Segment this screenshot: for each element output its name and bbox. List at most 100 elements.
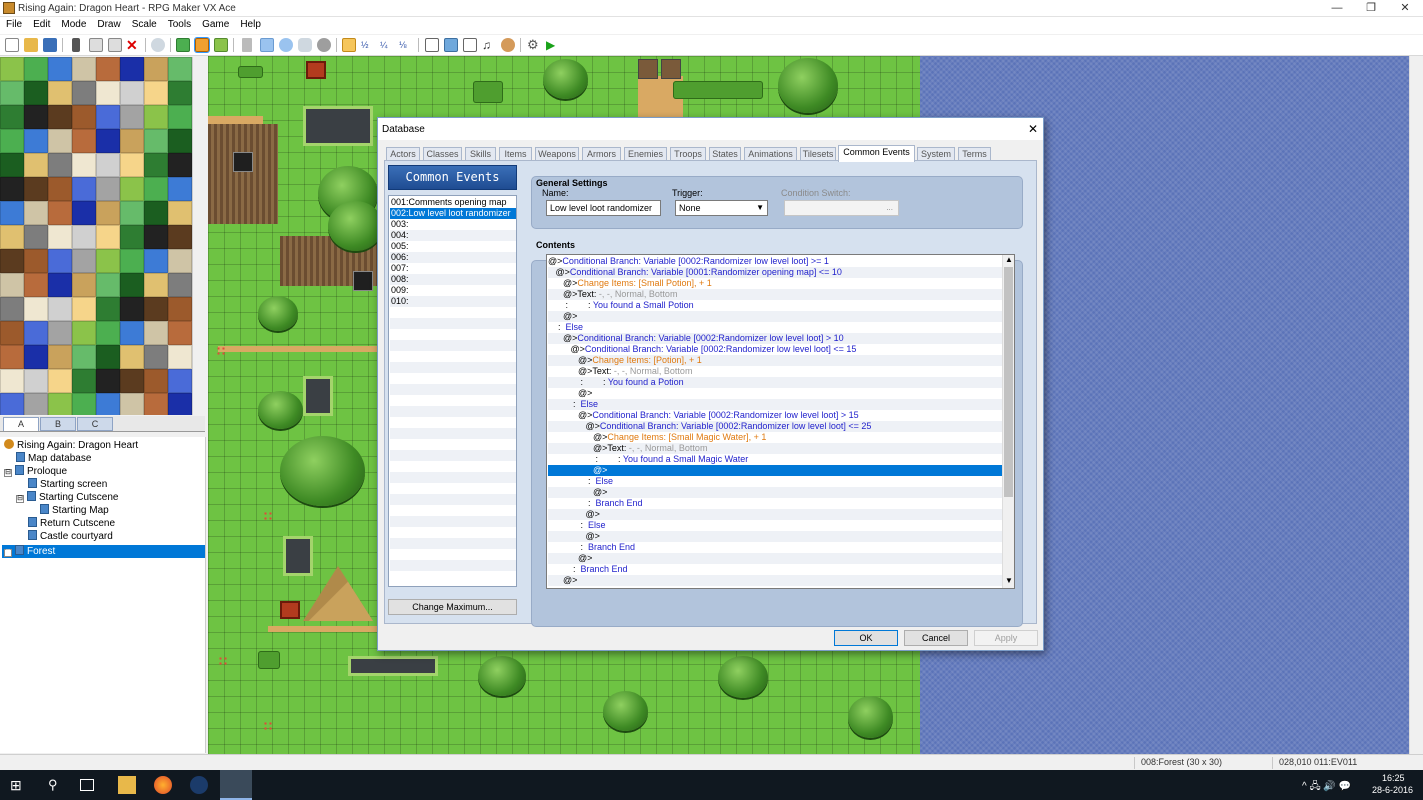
- command-line[interactable]: : : You found a Potion: [548, 377, 1003, 388]
- common-event-item[interactable]: 010:: [390, 296, 516, 307]
- tile[interactable]: [144, 225, 168, 249]
- command-line[interactable]: : Else: [548, 322, 1003, 333]
- tile[interactable]: [120, 249, 144, 273]
- system-tray[interactable]: ^ 🖧 🔊 💬: [1302, 779, 1351, 796]
- tile[interactable]: [72, 249, 96, 273]
- tile[interactable]: [72, 57, 96, 81]
- tile[interactable]: [0, 201, 24, 225]
- common-event-item[interactable]: 001:Comments opening map: [390, 197, 516, 208]
- common-event-item[interactable]: 004:: [390, 230, 516, 241]
- tile[interactable]: [48, 369, 72, 393]
- command-line[interactable]: @>: [548, 509, 1003, 520]
- pencil-icon[interactable]: [242, 38, 252, 52]
- tab-classes[interactable]: Classes: [423, 147, 462, 161]
- tile[interactable]: [24, 249, 48, 273]
- tile[interactable]: [0, 321, 24, 345]
- tile[interactable]: [120, 201, 144, 225]
- event-name-input[interactable]: Low level loot randomizer: [546, 200, 661, 216]
- tile[interactable]: [72, 321, 96, 345]
- tile[interactable]: [120, 393, 144, 415]
- tile[interactable]: [48, 273, 72, 297]
- tile[interactable]: [96, 369, 120, 393]
- tile[interactable]: [96, 105, 120, 129]
- command-line[interactable]: @>Text: -, -, Normal, Bottom: [548, 289, 1003, 300]
- scroll-thumb[interactable]: [1004, 267, 1013, 497]
- tile[interactable]: [168, 321, 192, 345]
- save-project-icon[interactable]: [43, 38, 57, 52]
- command-line[interactable]: @>: [548, 553, 1003, 564]
- maximize-button[interactable]: ❐: [1356, 1, 1386, 15]
- command-line[interactable]: @>: [548, 531, 1003, 542]
- tile[interactable]: [24, 393, 48, 415]
- command-line[interactable]: : Branch End: [548, 564, 1003, 575]
- event-marker[interactable]: [233, 152, 253, 172]
- command-line[interactable]: @>Conditional Branch: Variable [0002:Ran…: [548, 344, 1003, 355]
- palette-tab-b[interactable]: B: [40, 417, 76, 431]
- region-icon[interactable]: [214, 38, 228, 52]
- steam-icon[interactable]: [190, 776, 208, 794]
- command-line[interactable]: @>Text: -, -, Normal, Bottom: [548, 443, 1003, 454]
- tile[interactable]: [144, 201, 168, 225]
- playtest-icon[interactable]: ▶: [546, 38, 560, 52]
- command-line[interactable]: @>Change Items: [Potion], + 1: [548, 355, 1003, 366]
- command-line[interactable]: @>Change Items: [Small Potion], + 1: [548, 278, 1003, 289]
- tile[interactable]: [72, 297, 96, 321]
- tile[interactable]: [144, 153, 168, 177]
- firefox-icon[interactable]: [154, 776, 172, 794]
- tree-item[interactable]: Map database: [16, 452, 91, 465]
- tile[interactable]: [24, 321, 48, 345]
- resource-manager-icon[interactable]: [444, 38, 458, 52]
- tile[interactable]: [24, 201, 48, 225]
- tab-armors[interactable]: Armors: [582, 147, 621, 161]
- tile[interactable]: [48, 321, 72, 345]
- tile[interactable]: [144, 105, 168, 129]
- tile[interactable]: [24, 273, 48, 297]
- tile[interactable]: [120, 225, 144, 249]
- tile[interactable]: [168, 129, 192, 153]
- event-commands-list[interactable]: @>Conditional Branch: Variable [0002:Ran…: [546, 254, 1015, 589]
- tree-item-selected[interactable]: ⊞ Forest: [2, 545, 205, 558]
- change-maximum-button[interactable]: Change Maximum...: [388, 599, 517, 615]
- menu-draw[interactable]: Draw: [91, 17, 125, 30]
- command-line[interactable]: : : You found a Small Potion: [548, 300, 1003, 311]
- tree-item[interactable]: ⊟ Starting Cutscene: [16, 491, 119, 504]
- delete-icon[interactable]: ✕: [126, 38, 140, 52]
- tile[interactable]: [24, 129, 48, 153]
- tile[interactable]: [96, 129, 120, 153]
- tile[interactable]: [168, 81, 192, 105]
- menu-game[interactable]: Game: [196, 17, 234, 30]
- tree-item[interactable]: ⊟ Proloque: [4, 465, 67, 478]
- tile[interactable]: [0, 249, 24, 273]
- tab-states[interactable]: States: [709, 147, 741, 161]
- tile[interactable]: [96, 177, 120, 201]
- tile[interactable]: [120, 273, 144, 297]
- tab-items[interactable]: Items: [499, 147, 532, 161]
- tile[interactable]: [48, 105, 72, 129]
- tree-item[interactable]: Starting screen: [28, 478, 107, 491]
- fill-icon[interactable]: [298, 38, 312, 52]
- command-line[interactable]: @>Conditional Branch: Variable [0002:Ran…: [548, 421, 1003, 432]
- undo-icon[interactable]: [151, 38, 165, 52]
- tile[interactable]: [0, 177, 24, 201]
- common-event-item[interactable]: 009:: [390, 285, 516, 296]
- tile[interactable]: [144, 129, 168, 153]
- tree-item[interactable]: Return Cutscene: [28, 517, 115, 530]
- tile[interactable]: [0, 153, 24, 177]
- common-event-item[interactable]: 002:Low level loot randomizer: [390, 208, 516, 219]
- tile[interactable]: [120, 81, 144, 105]
- tile[interactable]: [72, 273, 96, 297]
- tile[interactable]: [72, 153, 96, 177]
- new-project-icon[interactable]: [5, 38, 19, 52]
- tab-terms[interactable]: Terms: [958, 147, 991, 161]
- tile[interactable]: [96, 321, 120, 345]
- cut-icon[interactable]: [72, 38, 80, 52]
- tile[interactable]: [72, 177, 96, 201]
- options-icon[interactable]: ⚙: [527, 38, 541, 52]
- tile[interactable]: [24, 81, 48, 105]
- tile[interactable]: [144, 297, 168, 321]
- menu-file[interactable]: File: [0, 17, 27, 30]
- tile[interactable]: [168, 345, 192, 369]
- tile[interactable]: [48, 225, 72, 249]
- tile[interactable]: [72, 105, 96, 129]
- tile[interactable]: [120, 345, 144, 369]
